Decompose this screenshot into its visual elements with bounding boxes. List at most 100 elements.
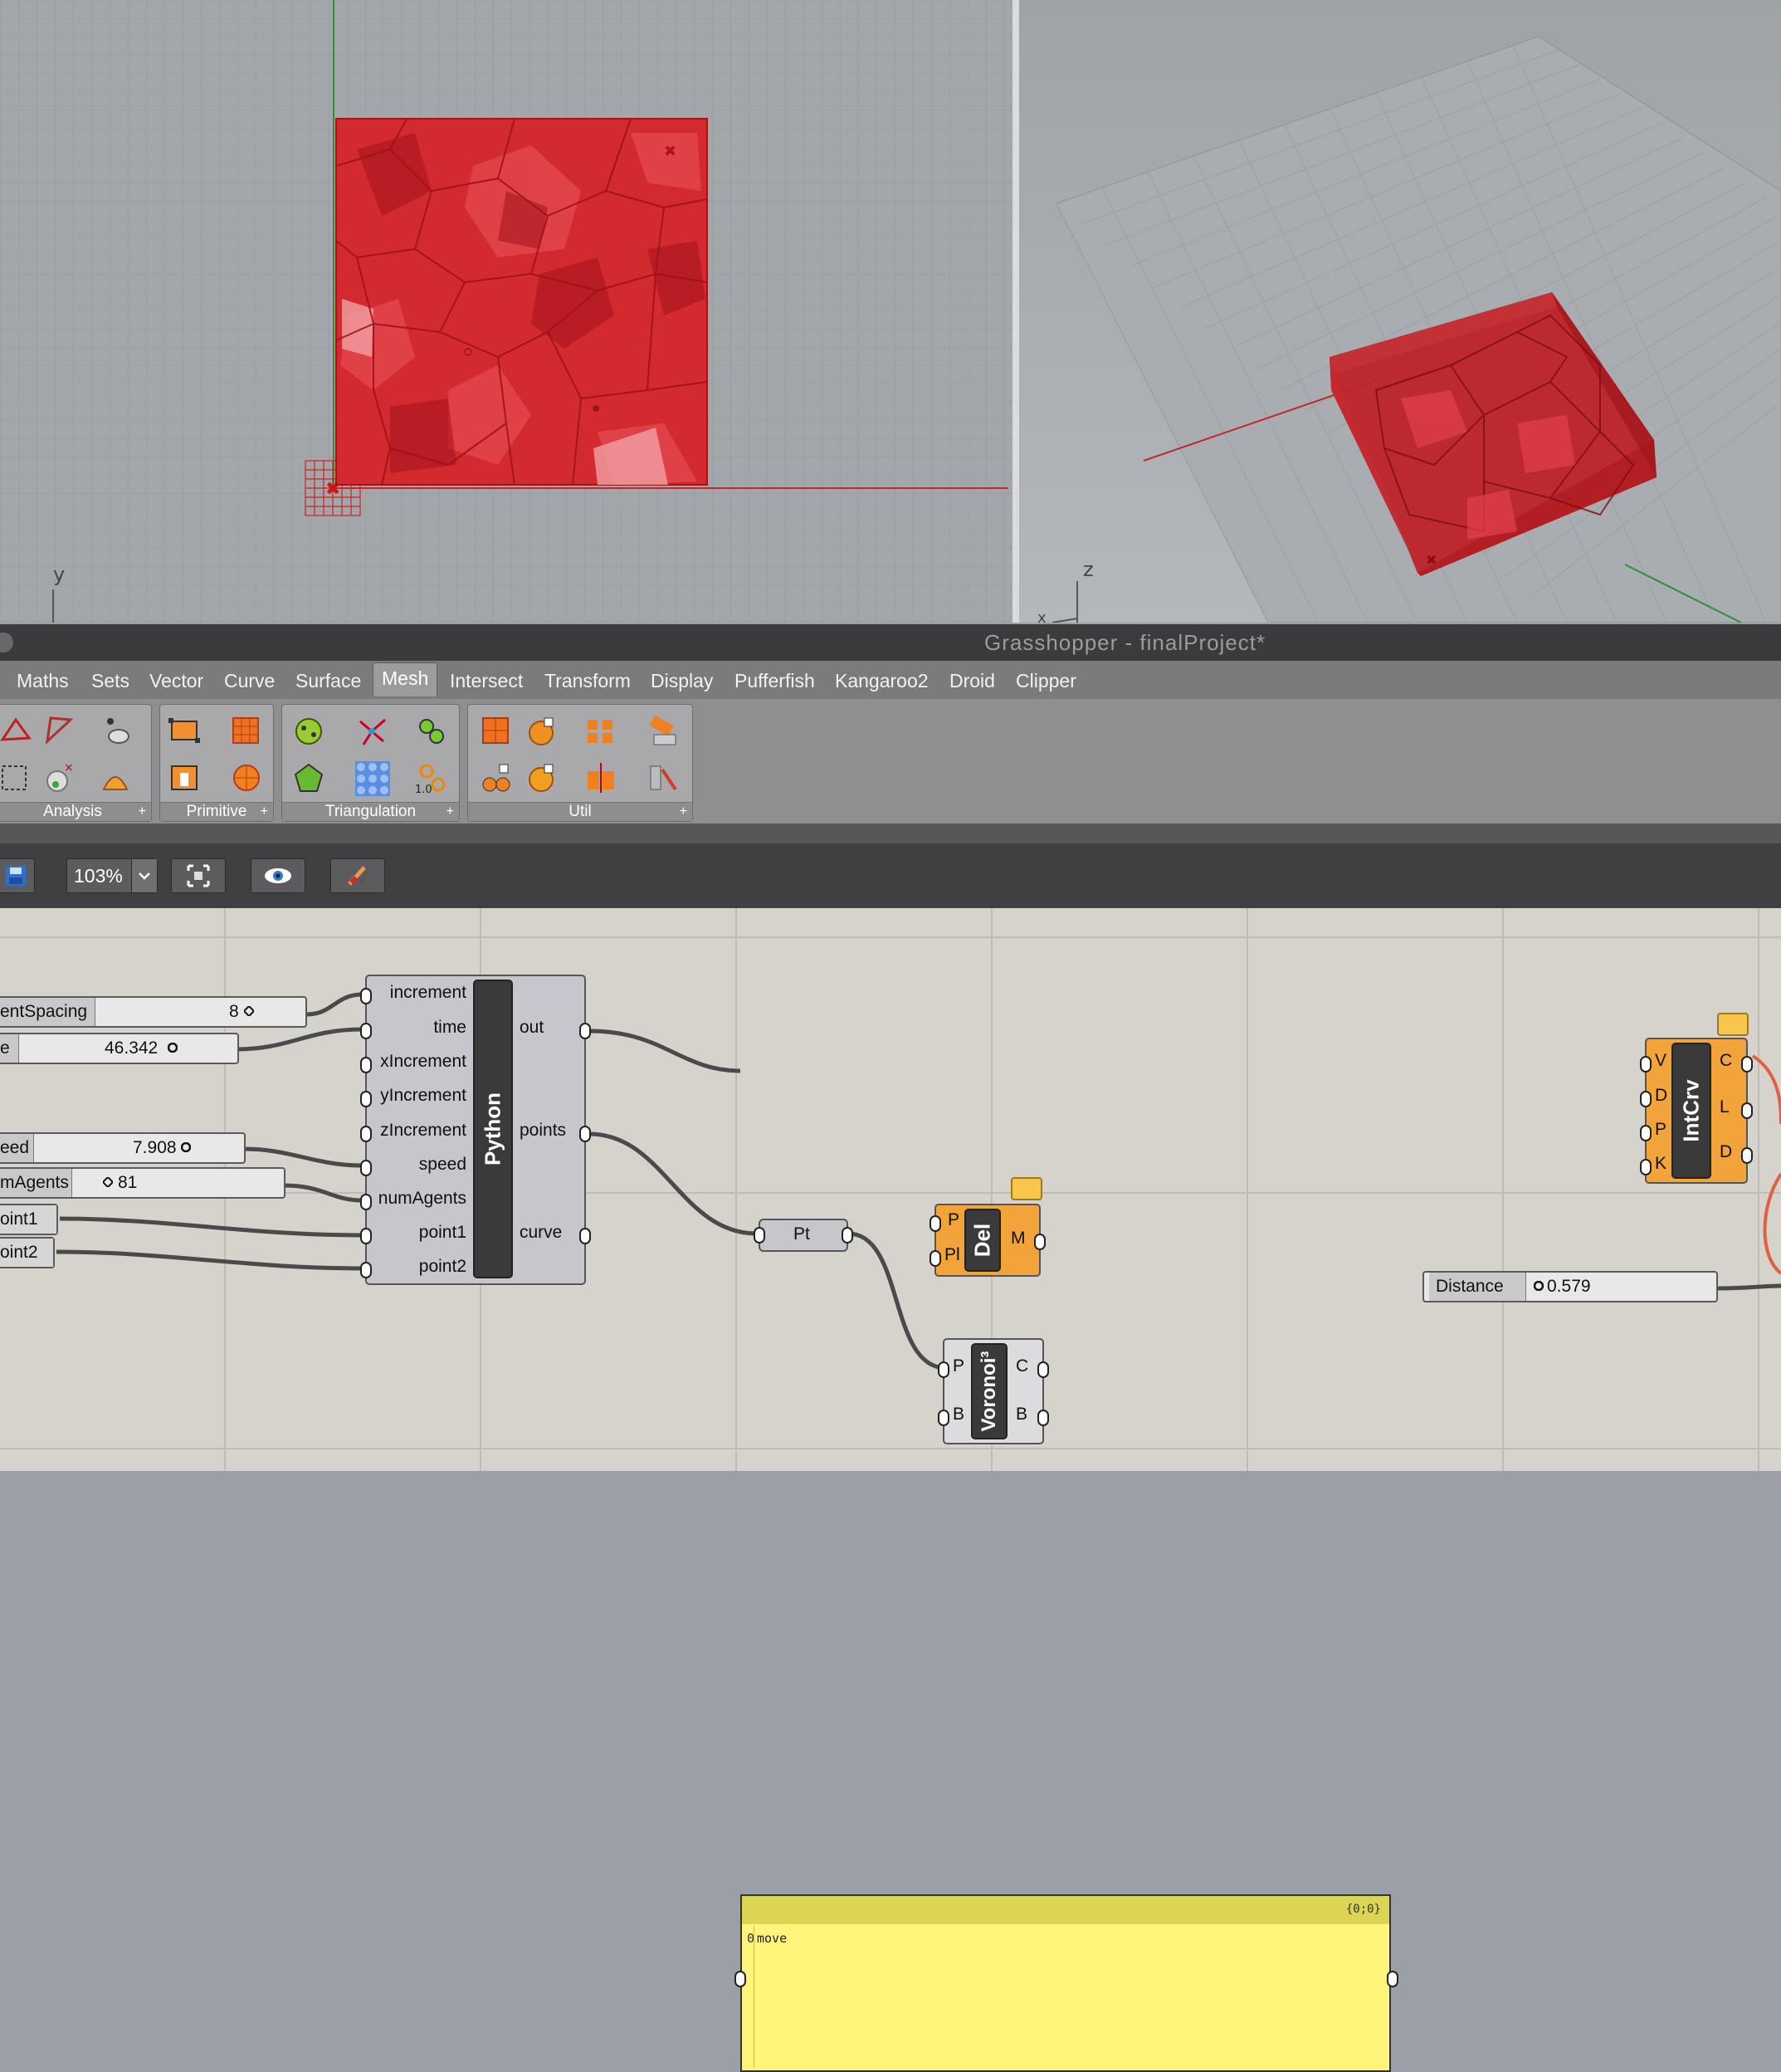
input-port[interactable] [360,1194,372,1210]
analysis-closest-icon[interactable]: × [42,761,76,794]
viewport-divider[interactable] [1012,0,1019,623]
mesh-flip-icon[interactable] [646,761,679,794]
output-port[interactable] [1741,1056,1753,1073]
tab-kangaroo2[interactable]: Kangaroo2 [833,666,930,696]
slider-knob-icon[interactable] [103,1177,113,1187]
input-port[interactable] [360,1160,372,1176]
param-point1[interactable]: oint1 [0,1204,58,1235]
input-port[interactable] [360,1057,372,1073]
tab-display[interactable]: Display [649,666,715,696]
output-port[interactable] [579,1228,591,1244]
tab-vector[interactable]: Vector [148,666,205,696]
expand-icon[interactable]: + [446,804,454,819]
output-port[interactable] [579,1126,591,1142]
voronoi3-component[interactable]: Voronoi³ P B C B [938,1338,1049,1444]
tab-sets[interactable]: Sets [90,666,131,696]
tab-intersect[interactable]: Intersect [448,666,525,696]
mesh-sphere-icon[interactable] [230,761,263,794]
slider-knob-icon[interactable] [181,1142,191,1152]
delaunay-mesh-component[interactable]: Del P Pl M [930,1204,1046,1277]
sketch-button[interactable] [330,858,385,893]
slider-distance[interactable]: Distance 0.579 [1422,1271,1718,1302]
output-port[interactable] [1741,1147,1753,1164]
expand-icon[interactable]: + [261,804,268,819]
input-port[interactable] [360,1228,372,1244]
tab-pufferfish[interactable]: Pufferfish [733,666,817,696]
input-port[interactable] [930,1250,941,1267]
save-button[interactable] [0,858,35,893]
input-port[interactable] [360,1023,372,1039]
analysis-vertex-icon[interactable] [0,713,32,746]
output-port[interactable] [842,1227,853,1244]
tab-clipper[interactable]: Clipper [1014,666,1078,696]
proximity-icon[interactable]: 1.0 [415,761,448,794]
delaunay-icon[interactable] [292,715,325,748]
message-bubble-icon[interactable] [1011,1177,1042,1200]
slider-knob-icon[interactable] [1534,1281,1544,1291]
input-port[interactable] [360,1262,372,1278]
voronoi-icon[interactable] [355,715,388,748]
zoom-select[interactable]: 103% [66,858,158,893]
input-port[interactable] [1640,1056,1652,1073]
mesh-grid-icon[interactable] [354,760,392,798]
mesh-sphere-ex-icon[interactable] [168,761,202,794]
input-port[interactable] [360,1126,372,1142]
analysis-face-icon[interactable] [99,713,132,746]
chevron-down-icon[interactable] [131,859,157,892]
output-port[interactable] [1741,1102,1753,1119]
output-port[interactable] [579,1023,591,1039]
mesh-join-icon[interactable] [480,715,513,748]
output-port[interactable] [1387,1971,1398,1987]
text-panel[interactable]: {0;0} 0 move [734,1894,1398,2072]
mesh-split-icon[interactable] [480,761,513,794]
mesh-unify-icon[interactable] [525,715,558,748]
perspective-viewport[interactable]: ✖ z x [1019,0,1781,623]
tab-transform[interactable]: Transform [543,666,632,696]
expand-icon[interactable]: + [680,804,687,819]
input-port[interactable] [1640,1091,1652,1107]
slider-speed[interactable]: eed 7.908 [0,1132,246,1164]
input-port[interactable] [938,1410,949,1426]
mesh-weld-icon[interactable] [646,715,679,748]
output-port[interactable] [1034,1234,1046,1250]
grasshopper-canvas[interactable]: entSpacing 8 e 46.342 eed 7.908 mAgents … [0,908,1781,2072]
slider-knob-icon[interactable] [244,1006,254,1016]
pt-param[interactable]: Pt [754,1219,853,1252]
zoom-extents-button[interactable] [171,858,226,893]
slider-num-agents[interactable]: mAgents 81 [0,1167,285,1199]
analysis-box-icon[interactable] [0,761,32,794]
input-port[interactable] [360,1091,372,1107]
tab-curve[interactable]: Curve [222,666,276,696]
mesh-box-icon[interactable] [230,715,263,748]
slider-time[interactable]: e 46.342 [0,1033,239,1064]
preview-button[interactable] [251,858,305,893]
slider-segment-spacing[interactable]: entSpacing 8 [0,996,307,1028]
tab-surface[interactable]: Surface [294,666,363,696]
tab-mesh[interactable]: Mesh [373,662,438,696]
slider-knob-icon[interactable] [168,1043,178,1053]
mesh-disjoint-icon[interactable] [584,761,617,794]
input-port[interactable] [1640,1125,1652,1141]
top-viewport[interactable]: ✖ ✖ y [0,0,1012,623]
tab-maths[interactable]: Maths [15,666,71,696]
mesh-smooth-icon[interactable] [525,761,558,794]
analysis-mesh-icon[interactable] [99,761,132,794]
analysis-edges-icon[interactable] [42,713,76,746]
param-point2[interactable]: oint2 [0,1237,55,1268]
input-port[interactable] [734,1971,746,1987]
input-port[interactable] [930,1215,941,1232]
message-bubble-icon[interactable] [1717,1013,1749,1036]
output-port[interactable] [1037,1361,1049,1378]
intcrv-component[interactable]: IntCrv V D P K C L D [1640,1038,1753,1184]
tab-droid[interactable]: Droid [948,666,997,696]
python-component[interactable]: Python increment time xIncrement yIncrem… [360,975,591,1285]
output-port[interactable] [1037,1410,1049,1426]
convex-hull-icon[interactable] [292,761,325,794]
input-port[interactable] [1640,1159,1652,1175]
input-port[interactable] [938,1361,949,1378]
facet-dome-icon[interactable] [415,715,448,748]
input-port[interactable] [754,1227,765,1244]
expand-icon[interactable]: + [139,804,146,819]
mesh-plane-icon[interactable] [168,715,202,748]
window-control-dot[interactable] [0,633,13,652]
